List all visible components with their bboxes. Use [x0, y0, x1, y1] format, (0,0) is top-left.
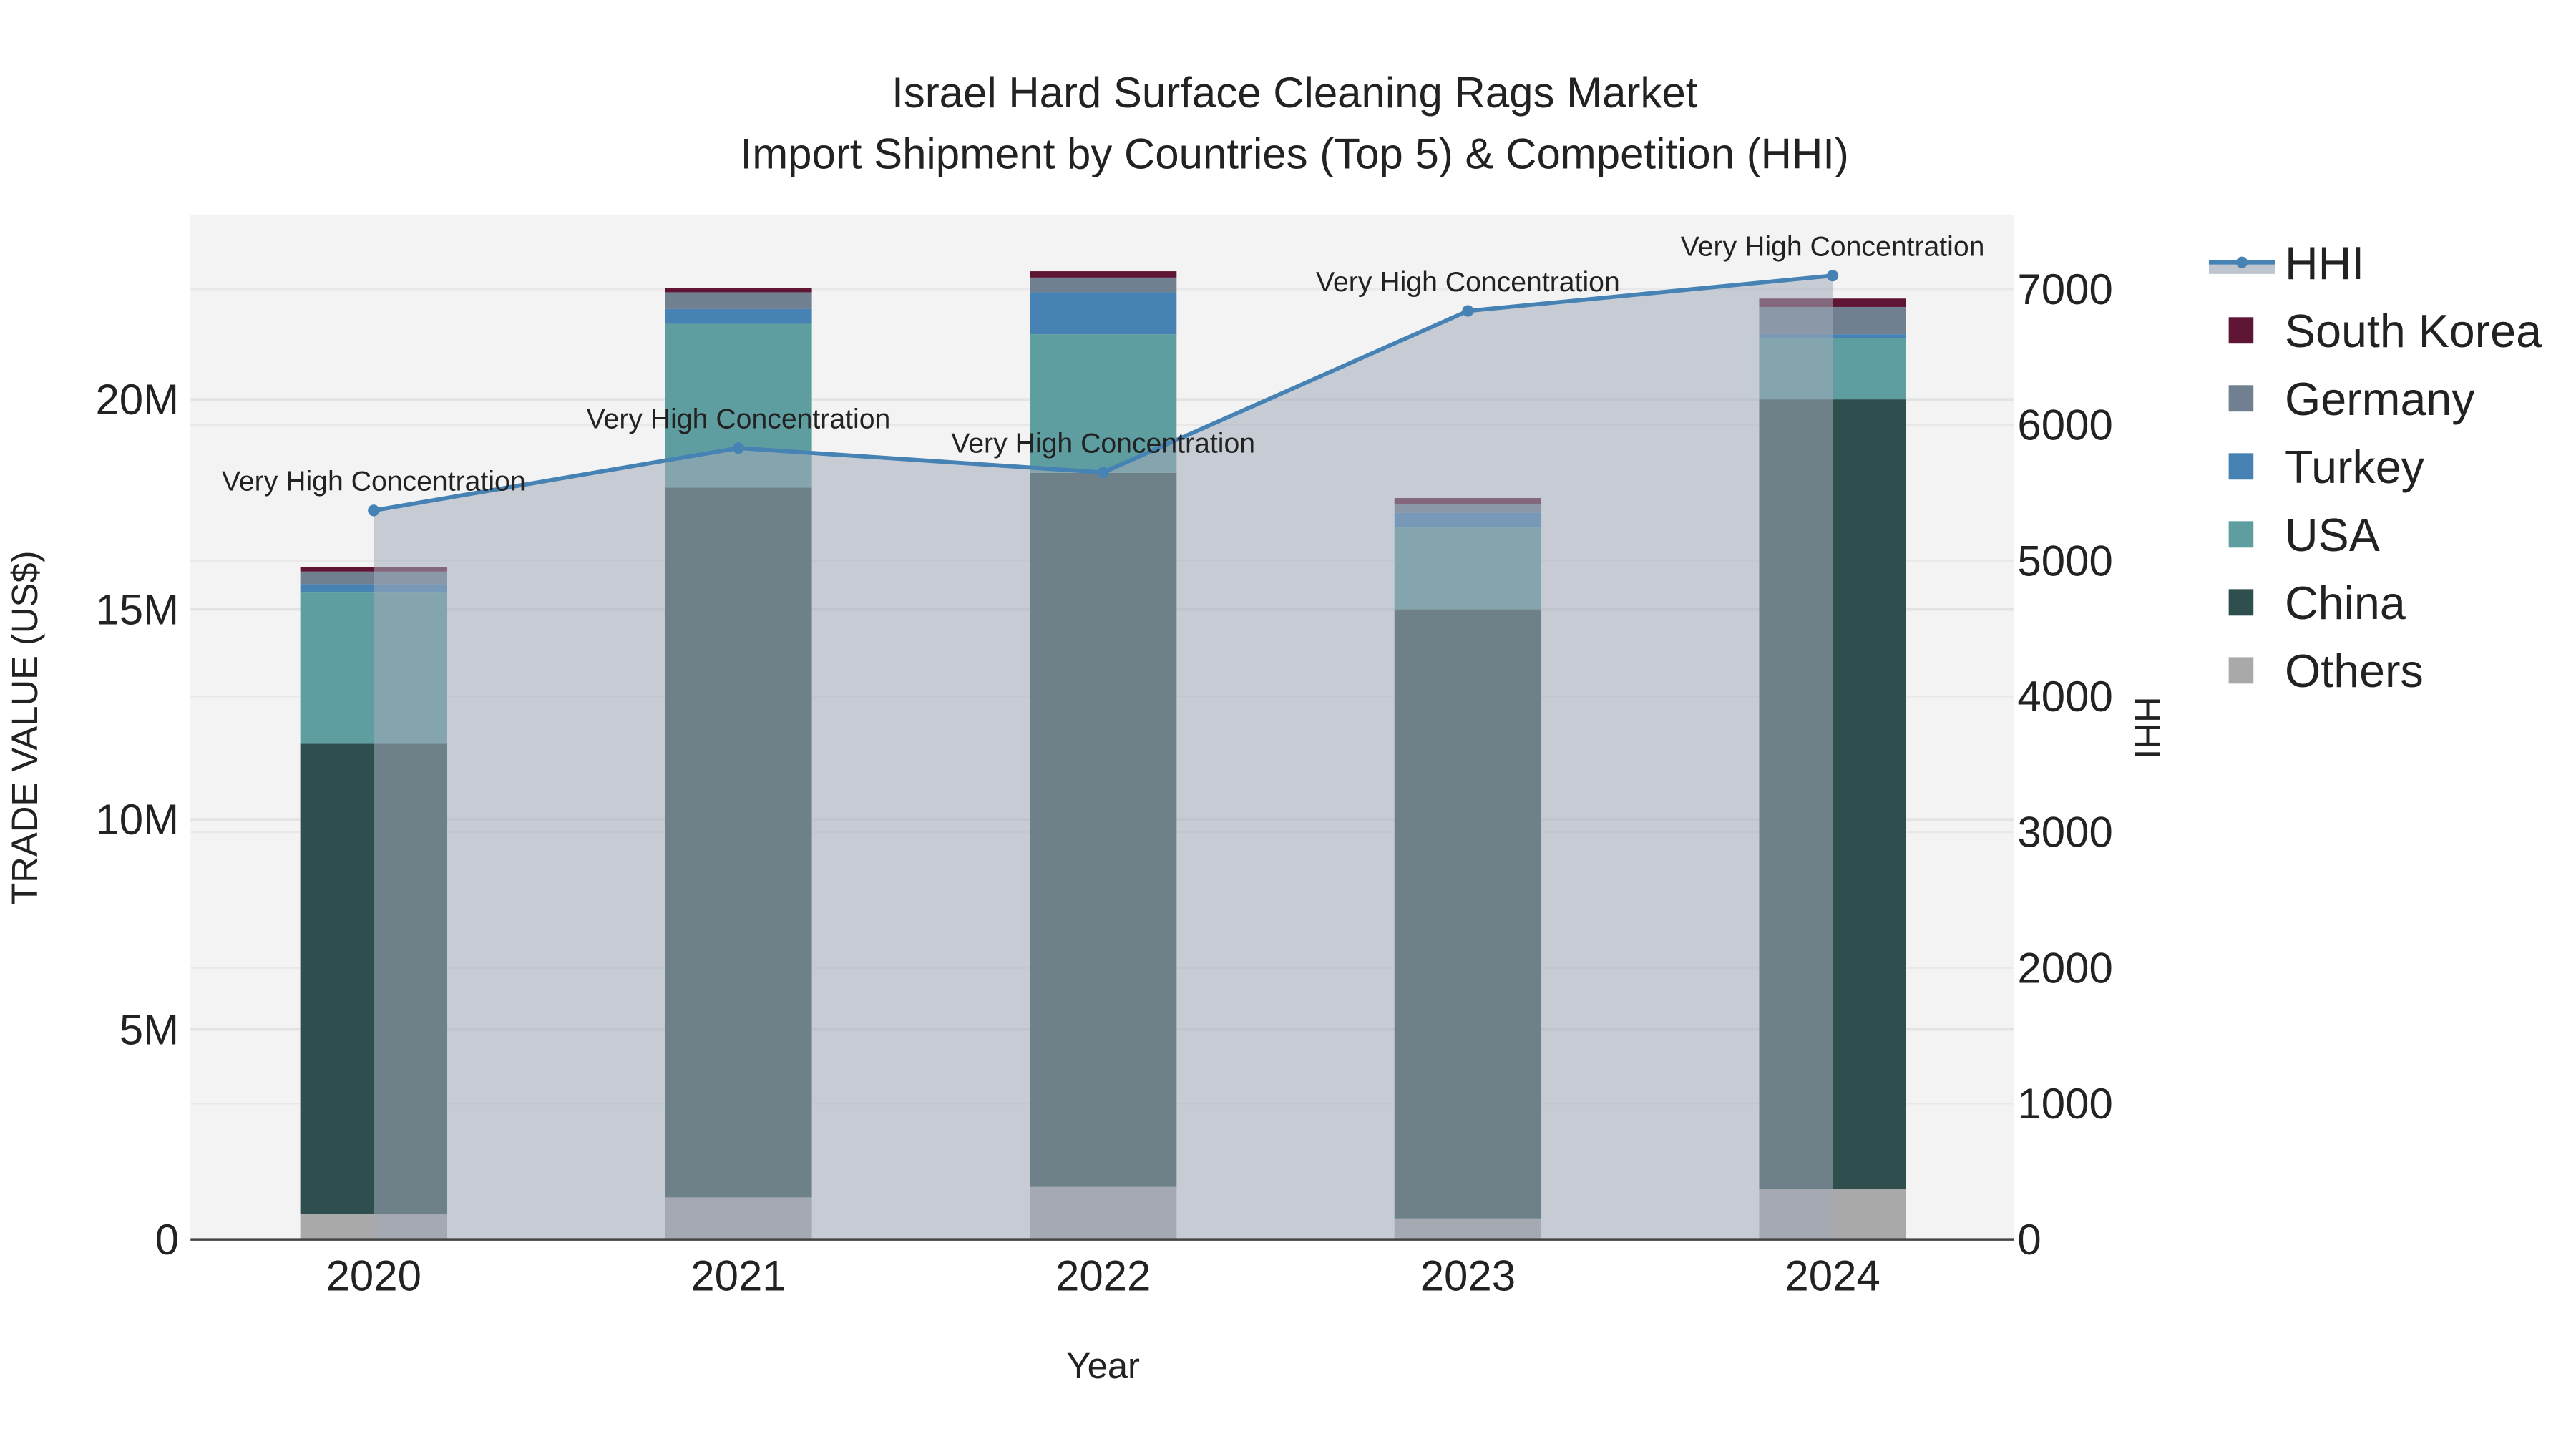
- hhi-point: [1462, 305, 1474, 317]
- legend-label: South Korea: [2285, 306, 2542, 357]
- y2-tick-label: 1000: [2017, 1080, 2112, 1128]
- y-tick-label: 0: [155, 1216, 179, 1264]
- bar-turkey: [665, 308, 812, 324]
- y-tick-label: 10M: [95, 796, 179, 844]
- y-tick-label: 15M: [95, 585, 179, 633]
- y2-tick-label: 3000: [2017, 809, 2112, 857]
- x-tick-label: 2020: [326, 1252, 421, 1300]
- legend-label: HHI: [2285, 238, 2364, 289]
- x-tick-label: 2023: [1420, 1252, 1516, 1300]
- legend-swatch-turkey: [2228, 453, 2254, 480]
- y2-tick-label: 5000: [2017, 537, 2112, 585]
- legend-label: Turkey: [2285, 441, 2425, 493]
- hhi-point: [368, 504, 380, 517]
- x-tick-label: 2022: [1055, 1252, 1151, 1300]
- y2-tick-label: 4000: [2017, 673, 2112, 721]
- bar-germany: [665, 292, 812, 309]
- legend-swatch-usa: [2228, 521, 2254, 548]
- hhi-point: [1827, 270, 1839, 282]
- legend-label: Germany: [2285, 374, 2475, 425]
- bar-south-korea: [665, 288, 812, 293]
- hhi-annotation: Very High Concentration: [1316, 267, 1620, 298]
- y-axis-title: TRADE VALUE (US$): [4, 550, 45, 904]
- y-tick-label: 20M: [95, 376, 179, 424]
- legend-hhi-marker-icon: [2236, 256, 2248, 268]
- legend-swatch-others: [2228, 657, 2254, 684]
- x-axis-title: Year: [1066, 1345, 1140, 1386]
- legend-label: Others: [2285, 645, 2424, 697]
- chart-title: Israel Hard Surface Cleaning Rags Market: [892, 69, 1698, 117]
- chart: Very High Concentration Very High Concent…: [4, 69, 2542, 1386]
- hhi-annotation: Very High Concentration: [222, 467, 526, 497]
- legend-label: China: [2285, 577, 2406, 629]
- bar-turkey: [1030, 292, 1177, 335]
- y2-tick-label: 6000: [2017, 401, 2112, 449]
- y2-tick-label: 7000: [2017, 265, 2112, 313]
- y-tick-label: 5M: [119, 1005, 179, 1053]
- hhi-annotation: Very High Concentration: [1681, 232, 1985, 263]
- legend-label: USA: [2285, 509, 2380, 561]
- legend: HHI South Korea Germany Turkey USA China Other…: [2208, 238, 2542, 697]
- x-tick-label: 2021: [691, 1252, 786, 1300]
- y2-tick-label: 2000: [2017, 944, 2112, 992]
- hhi-point: [732, 442, 745, 454]
- legend-swatch-china: [2228, 589, 2254, 616]
- y2-axis-title: HHI: [2127, 696, 2167, 758]
- y2-tick-label: 0: [2017, 1216, 2041, 1264]
- legend-swatch-germany: [2228, 385, 2254, 412]
- bar-germany: [1030, 277, 1177, 293]
- hhi-point: [1097, 467, 1109, 479]
- chart-subtitle: Import Shipment by Countries (Top 5) & C…: [741, 130, 1849, 177]
- hhi-annotation: Very High Concentration: [587, 404, 891, 434]
- x-tick-label: 2024: [1785, 1252, 1880, 1300]
- bar-south-korea: [1030, 271, 1177, 278]
- legend-swatch-south-korea: [2228, 317, 2254, 344]
- hhi-annotation: Very High Concentration: [951, 429, 1255, 459]
